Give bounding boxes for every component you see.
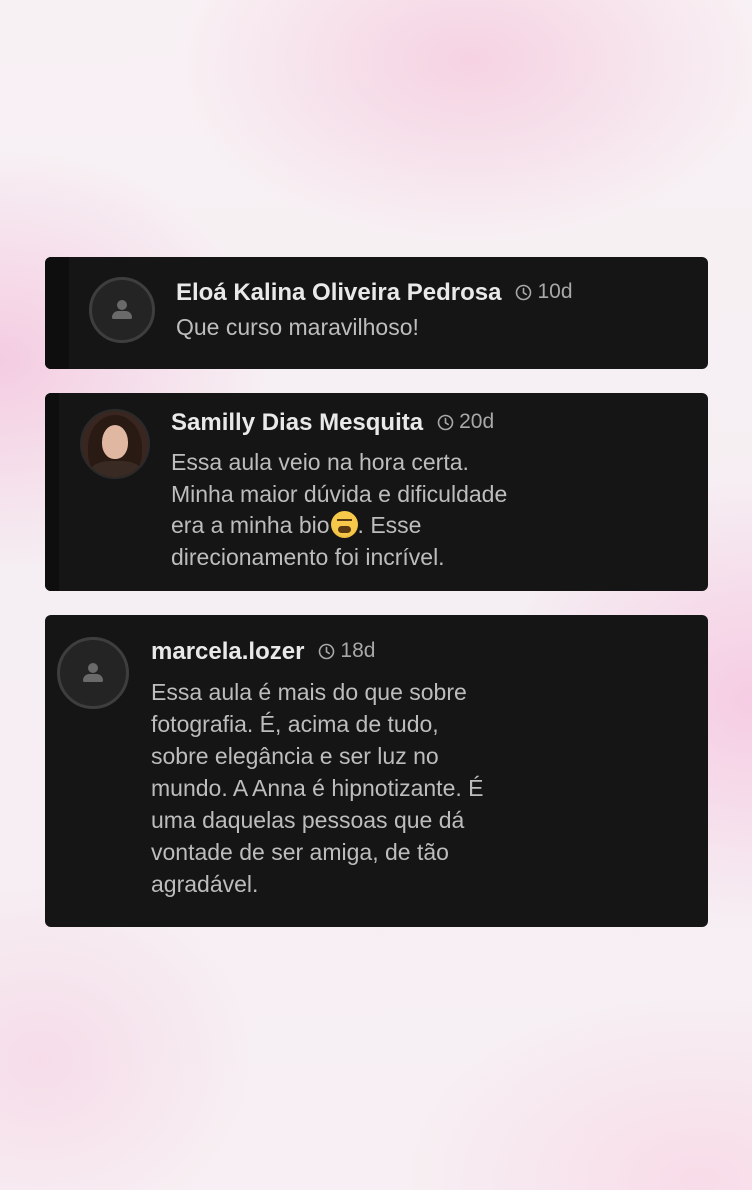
comment-line: . Esse — [357, 512, 422, 538]
avatar[interactable] — [57, 637, 129, 709]
reply-indent-stripe — [45, 257, 69, 369]
comment-line: era a minha bio — [171, 512, 330, 538]
comment-time: 10d — [515, 279, 573, 304]
comment-card: Eloá Kalina Oliveira Pedrosa 10d Que cur… — [45, 257, 708, 369]
avatar[interactable] — [80, 409, 150, 479]
comment-time: 20d — [437, 410, 494, 434]
clock-icon — [516, 284, 532, 301]
time-label: 18d — [340, 638, 376, 662]
comment-meta: Eloá Kalina Oliveira Pedrosa 10d — [176, 279, 573, 307]
profile-photo — [82, 411, 148, 477]
author-name[interactable]: Samilly Dias Mesquita — [171, 409, 423, 437]
clock-icon — [437, 414, 454, 431]
comment-meta: marcela.lozer 18d — [151, 638, 375, 666]
avatar[interactable] — [89, 277, 155, 343]
time-label: 10d — [537, 279, 573, 303]
reply-indent-stripe — [45, 393, 59, 591]
clock-icon — [319, 643, 335, 660]
comment-meta: Samilly Dias Mesquita 20d — [171, 409, 494, 437]
author-name[interactable]: marcela.lozer — [151, 638, 304, 666]
person-icon — [110, 300, 134, 320]
person-icon — [81, 663, 105, 683]
comment-card: Samilly Dias Mesquita 20d Essa aula veio… — [45, 393, 708, 591]
comment-body: Que curso maravilhoso! — [176, 314, 419, 340]
comment-body: Essa aula é mais do que sobre fotografia… — [151, 679, 484, 897]
comment-time: 18d — [318, 639, 375, 663]
comment-line: Essa aula veio na hora certa. — [171, 449, 469, 475]
comment-line: Minha maior dúvida e dificuldade — [171, 480, 508, 507]
comment-line: direcionamento foi incrível. — [171, 543, 445, 570]
tired-face-emoji-icon — [330, 511, 358, 538]
time-label: 20d — [459, 409, 495, 433]
author-name[interactable]: Eloá Kalina Oliveira Pedrosa — [176, 279, 501, 307]
comment-card: marcela.lozer 18d Essa aula é mais do qu… — [45, 615, 708, 927]
comment-body: Essa aula veio na hora certa. Minha maio… — [171, 447, 591, 573]
